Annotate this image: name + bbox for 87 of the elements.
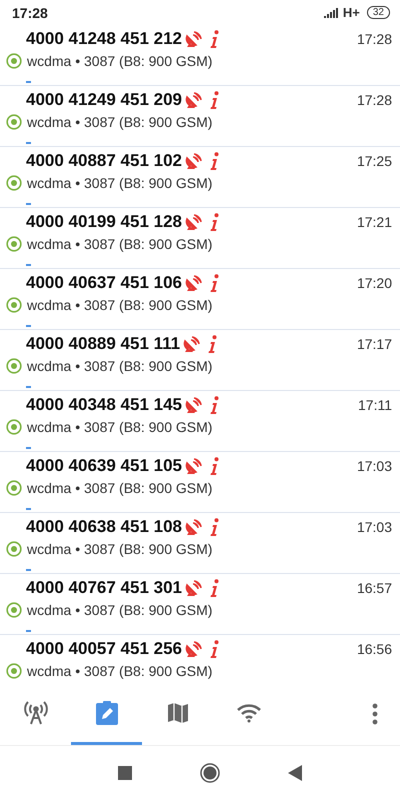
cell-details: wcdma • 3087 (B8: 900 GSM) [27, 236, 212, 252]
radio-dot-icon [6, 541, 22, 557]
cell-id: 4000 40639 451 105 [26, 456, 182, 476]
back-button[interactable] [288, 765, 302, 781]
clipboard-edit-icon [94, 700, 118, 726]
signal-icon [324, 8, 340, 18]
info-icon[interactable] [210, 91, 219, 109]
info-icon[interactable] [210, 640, 219, 658]
radio-dot-icon [6, 114, 22, 130]
antenna-icon [22, 700, 48, 726]
cell-id: 4000 40638 451 108 [26, 517, 182, 537]
cell-id: 4000 40348 451 145 [26, 395, 182, 415]
wifi-icon [236, 702, 262, 722]
cell-time: 17:25 [356, 153, 392, 169]
signal-dash [26, 203, 31, 205]
radio-dot-icon [6, 602, 22, 618]
cell-time: 16:57 [356, 580, 392, 596]
cell-time: 17:03 [356, 458, 392, 474]
more-icon [372, 703, 378, 725]
signal-dash [26, 325, 31, 327]
info-icon[interactable] [208, 335, 218, 353]
signal-dash [26, 264, 31, 266]
satellite-dish-icon [185, 92, 203, 108]
satellite-dish-icon [185, 31, 203, 47]
satellite-dish-icon [185, 275, 203, 291]
cell-id: 4000 40637 451 106 [26, 273, 182, 293]
map-icon [166, 700, 190, 724]
radio-dot-icon [6, 358, 22, 374]
cell-id: 4000 41249 451 209 [26, 90, 182, 110]
radio-dot-icon [6, 53, 22, 69]
cell-id: 4000 40887 451 102 [26, 151, 182, 171]
info-icon[interactable] [210, 152, 219, 170]
cell-time: 17:21 [356, 214, 392, 230]
cell-time: 17:20 [356, 275, 392, 291]
cell-details: wcdma • 3087 (B8: 900 GSM) [27, 358, 212, 374]
satellite-dish-icon [185, 458, 203, 474]
cell-id: 4000 40889 451 111 [26, 334, 180, 354]
cell-details: wcdma • 3087 (B8: 900 GSM) [27, 480, 212, 496]
cell-details: wcdma • 3087 (B8: 900 GSM) [27, 114, 212, 130]
cell-details: wcdma • 3087 (B8: 900 GSM) [27, 663, 212, 679]
radio-dot-icon [6, 236, 22, 252]
satellite-dish-icon [185, 214, 203, 230]
status-time: 17:28 [12, 4, 48, 20]
home-button[interactable] [200, 763, 220, 783]
signal-dash [26, 508, 31, 510]
radio-dot-icon [6, 419, 22, 435]
battery-level: 32 [366, 6, 390, 19]
satellite-dish-icon [185, 519, 203, 535]
radio-dot-icon [6, 297, 22, 313]
network-type: H+ [342, 5, 360, 20]
cell-time: 17:17 [356, 336, 392, 352]
info-icon[interactable] [210, 579, 219, 597]
cell-time: 17:03 [356, 519, 392, 535]
cell-details: wcdma • 3087 (B8: 900 GSM) [27, 175, 212, 191]
satellite-dish-icon [183, 336, 202, 352]
cell-id: 4000 40057 451 256 [26, 639, 182, 659]
cell-id: 4000 40199 451 128 [26, 212, 182, 232]
cell-id: 4000 40767 451 301 [26, 578, 182, 598]
info-icon[interactable] [210, 396, 219, 414]
radio-dot-icon [6, 480, 22, 496]
signal-dash [26, 630, 31, 632]
cell-details: wcdma • 3087 (B8: 900 GSM) [27, 602, 212, 618]
cell-time: 17:28 [356, 92, 392, 108]
cell-time: 16:56 [356, 641, 392, 657]
satellite-dish-icon [185, 641, 203, 657]
signal-dash [26, 386, 31, 388]
satellite-dish-icon [185, 580, 203, 596]
cell-details: wcdma • 3087 (B8: 900 GSM) [27, 297, 212, 313]
signal-dash [26, 81, 31, 83]
info-icon[interactable] [210, 213, 219, 231]
cell-details: wcdma • 3087 (B8: 900 GSM) [27, 419, 212, 435]
cell-time: 17:28 [356, 31, 392, 47]
info-icon[interactable] [210, 518, 219, 536]
radio-dot-icon [6, 663, 22, 679]
radio-dot-icon [6, 175, 22, 191]
info-icon[interactable] [210, 30, 219, 48]
cell-time: 17:11 [358, 397, 392, 413]
cell-details: wcdma • 3087 (B8: 900 GSM) [27, 53, 212, 69]
signal-dash [26, 142, 31, 144]
cell-details: wcdma • 3087 (B8: 900 GSM) [27, 541, 212, 557]
satellite-dish-icon [185, 153, 203, 169]
signal-dash [26, 447, 31, 449]
satellite-dish-icon [185, 397, 203, 413]
info-icon[interactable] [210, 274, 219, 292]
info-icon[interactable] [210, 457, 219, 475]
cell-id: 4000 41248 451 212 [26, 29, 182, 49]
signal-dash [26, 569, 31, 571]
